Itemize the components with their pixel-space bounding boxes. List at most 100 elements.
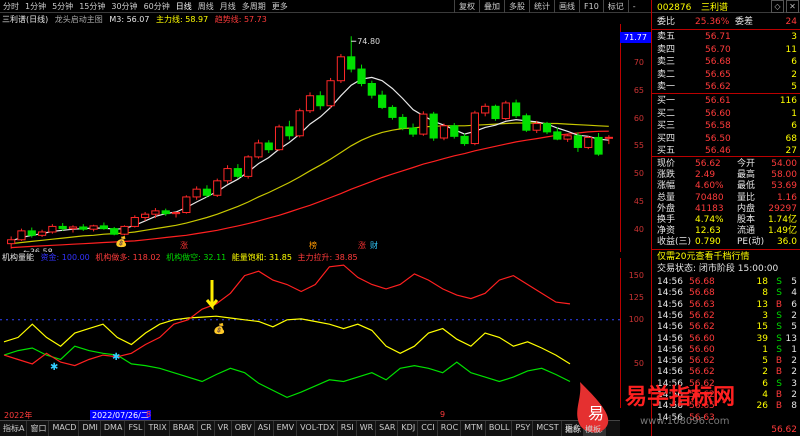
- ask-price: 56.65: [705, 69, 731, 80]
- tick-volume: 5: [762, 356, 768, 367]
- indicator-tab[interactable]: VOL-TDX: [297, 421, 338, 436]
- quote-row: 买四 56.50 68: [655, 133, 800, 145]
- toolbar-button[interactable]: 叠加: [479, 0, 504, 13]
- indicator-tab[interactable]: BRAR: [170, 421, 198, 436]
- indicator-tab[interactable]: TRIX: [145, 421, 170, 436]
- indicator-tab[interactable]: DMA: [101, 421, 126, 436]
- quote-row: 卖四 56.70 11: [655, 44, 800, 56]
- quote-row: 14:56 56.60 1 S 1: [655, 344, 800, 356]
- indicator-tab[interactable]: MCST: [533, 421, 562, 436]
- indicator-tab[interactable]: OBV: [232, 421, 255, 436]
- indicator-tab[interactable]: CCI: [418, 421, 438, 436]
- stat-label: PE(动): [737, 237, 765, 248]
- stat-label: 外盘: [657, 203, 676, 214]
- period-tab[interactable]: 日线: [173, 1, 195, 12]
- window-controls: ◇ ✕: [769, 0, 799, 13]
- tick-count: 2: [791, 356, 797, 367]
- candlestick-chart[interactable]: 74.80←36.58💰: [0, 24, 620, 252]
- indicator-chart[interactable]: 💰 ✱ ✱: [0, 258, 620, 408]
- indicator-tab[interactable]: SAR: [376, 421, 399, 436]
- indicator-tab[interactable]: DMI: [79, 421, 101, 436]
- candle-body: [58, 225, 67, 230]
- stock-name-label: 三利谱(日线): [2, 15, 49, 24]
- period-tab[interactable]: 15分钟: [76, 1, 108, 12]
- indicator-tab[interactable]: CR: [198, 421, 215, 436]
- indicator-tab[interactable]: BOLL: [486, 421, 513, 436]
- toolbar-button[interactable]: -: [627, 0, 640, 13]
- toolbar-button[interactable]: 复权: [454, 0, 479, 13]
- indicator-tab[interactable]: ASI: [255, 421, 274, 436]
- indicator-tab[interactable]: MTM: [461, 421, 486, 436]
- trend-value: 趋势线: 57.73: [214, 15, 267, 24]
- candle-body: [141, 213, 150, 219]
- period-tab[interactable]: 多周期: [239, 1, 269, 12]
- tick-count: 5: [791, 322, 797, 333]
- period-tab[interactable]: 月线: [217, 1, 239, 12]
- period-tab[interactable]: 1分钟: [22, 1, 49, 12]
- quote-row: 卖三 56.68 6: [655, 56, 800, 68]
- ask-volume: 5: [791, 82, 797, 92]
- indicator-tab[interactable]: RSI: [338, 421, 357, 436]
- toolbar-button[interactable]: 画线: [554, 0, 579, 13]
- money-bag-icon: 💰: [115, 235, 127, 248]
- period-tab[interactable]: 30分钟: [108, 1, 140, 12]
- candle-body: [7, 239, 16, 245]
- marker-zhang2: 涨: [358, 241, 366, 250]
- tick-volume: 8: [762, 288, 768, 299]
- indicator-name-label[interactable]: 龙头启动主图: [55, 15, 103, 24]
- tick-price: 56.63: [689, 299, 715, 310]
- indicator-tab[interactable]: PSY: [512, 421, 534, 436]
- indicator-tab[interactable]: ROC: [438, 421, 462, 436]
- toolbar-button[interactable]: 统计: [529, 0, 554, 13]
- window-control-button[interactable]: ✕: [786, 0, 799, 13]
- bid-price: 56.61: [705, 96, 731, 106]
- quote-row: 14:56 56.62 5 B 2: [655, 355, 800, 367]
- butterfly-icon: ✱: [50, 362, 58, 373]
- m3-value: M3: 56.07: [109, 15, 150, 24]
- period-tab[interactable]: 更多: [269, 1, 291, 12]
- quote-row: 涨跌 2.49 最高 58.00: [655, 169, 800, 181]
- bid-volume: 1: [791, 108, 797, 119]
- toolbar-button[interactable]: 多股: [504, 0, 529, 13]
- indicator-tab[interactable]: KDJ: [398, 421, 419, 436]
- candle-body: [336, 56, 346, 82]
- stat-value: 36.0: [776, 237, 797, 248]
- stat-value: 53.69: [771, 181, 797, 192]
- ask-volume: 2: [791, 69, 797, 80]
- tick-volume: 1: [762, 344, 768, 355]
- indicator-tab[interactable]: FSL: [125, 421, 146, 436]
- indicator-tab[interactable]: EMV: [274, 421, 298, 436]
- toolbar-button[interactable]: F10: [579, 0, 603, 13]
- candle-body: [604, 136, 613, 139]
- extra-tab[interactable]: 模板: [585, 425, 601, 434]
- candle-body: [367, 83, 376, 96]
- promo-link[interactable]: 仅需20元查看千档行情: [657, 251, 749, 263]
- indicator-tab[interactable]: 窗口: [27, 421, 50, 436]
- candle-body: [274, 126, 284, 151]
- money-bag-icon: 💰: [213, 322, 225, 335]
- tick-direction: S: [776, 310, 782, 321]
- window-control-button[interactable]: ◇: [771, 0, 784, 13]
- stock-code: 002876: [657, 3, 692, 13]
- tick-price: 56.62: [689, 322, 715, 333]
- tick-time: 14:56: [657, 356, 683, 367]
- extra-tab[interactable]: 指标: [565, 425, 581, 434]
- stat-label: 收益(三): [657, 237, 692, 248]
- indicator-tab[interactable]: VR: [215, 421, 232, 436]
- indicator-tab[interactable]: MACD: [49, 421, 80, 436]
- period-tab[interactable]: 分时: [0, 1, 22, 12]
- price-tick-label: 65: [633, 85, 644, 95]
- period-tab[interactable]: 5分钟: [49, 1, 76, 12]
- period-tab[interactable]: 60分钟: [141, 1, 173, 12]
- tick-count: 5: [791, 277, 797, 287]
- indicator-tab[interactable]: 指标A: [0, 421, 28, 436]
- indicator-tab[interactable]: WR: [357, 421, 377, 436]
- ask-label: 卖四: [657, 44, 676, 55]
- candle-body: [594, 136, 603, 155]
- tick-count: 2: [791, 310, 797, 321]
- stock-name: 三利谱: [701, 3, 729, 13]
- stat-label: 最低: [737, 181, 756, 192]
- period-tab[interactable]: 周线: [195, 1, 217, 12]
- toolbar-button[interactable]: 标记: [602, 0, 628, 13]
- quote-row: 卖五 56.71 3: [655, 31, 800, 43]
